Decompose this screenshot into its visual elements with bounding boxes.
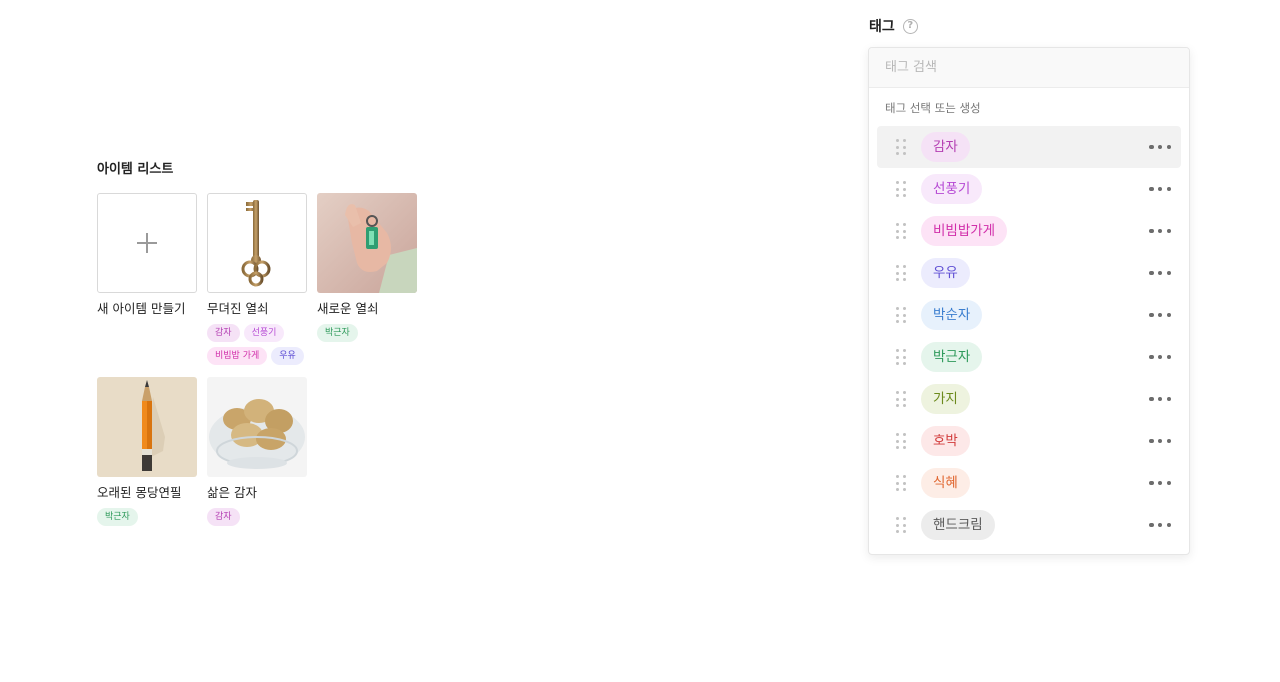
drag-handle-icon[interactable]	[896, 349, 906, 365]
drag-handle-icon[interactable]	[896, 181, 906, 197]
item-card[interactable]: 무뎌진 열쇠 감자 선풍기 비빔밥 가게 우유	[207, 193, 307, 365]
drag-handle-icon[interactable]	[896, 433, 906, 449]
question-circle-icon[interactable]: ?	[902, 18, 918, 34]
item-name: 삶은 감자	[207, 485, 257, 500]
item-tag: 비빔밥 가게	[207, 347, 268, 365]
drag-handle-icon[interactable]	[896, 391, 906, 407]
item-tag: 박근자	[97, 508, 138, 526]
tag-option[interactable]: 우유	[877, 252, 1181, 294]
more-options-icon[interactable]	[1149, 221, 1171, 241]
more-options-icon[interactable]	[1149, 263, 1171, 283]
plus-icon	[137, 233, 157, 253]
item-list-title: 아이템 리스트	[97, 162, 174, 177]
item-grid: 새 아이템 만들기 무뎌진 열쇠 감자 선풍기 비빔밥 가게 우유 새로운 열쇠…	[97, 193, 427, 538]
drag-handle-icon[interactable]	[896, 139, 906, 155]
tag-search-input[interactable]	[885, 60, 1173, 75]
tag-option[interactable]: 가지	[877, 378, 1181, 420]
item-image-old-key[interactable]	[207, 193, 307, 293]
tag-pill[interactable]: 박근자	[921, 342, 983, 372]
tag-pill[interactable]: 비빔밥가게	[921, 216, 1008, 246]
tag-pill[interactable]: 핸드크림	[921, 510, 995, 540]
more-options-icon[interactable]	[1149, 515, 1171, 535]
item-tags: 감자 선풍기 비빔밥 가게 우유	[207, 324, 319, 365]
more-options-icon[interactable]	[1149, 473, 1171, 493]
item-name: 새로운 열쇠	[317, 301, 379, 316]
tag-pill[interactable]: 호박	[921, 426, 970, 456]
item-card[interactable]: 새로운 열쇠 박근자	[317, 193, 417, 365]
tag-pill[interactable]: 감자	[921, 132, 970, 162]
drag-handle-icon[interactable]	[896, 517, 906, 533]
item-tag: 박근자	[317, 324, 358, 342]
more-options-icon[interactable]	[1149, 179, 1171, 199]
new-item-label: 새 아이템 만들기	[97, 301, 186, 316]
item-tags: 감자	[207, 508, 319, 526]
more-options-icon[interactable]	[1149, 347, 1171, 367]
item-card[interactable]: 오래된 몽당연필 박근자	[97, 377, 197, 526]
tag-pill[interactable]: 선풍기	[921, 174, 983, 204]
add-item-button[interactable]	[97, 193, 197, 293]
item-tag: 감자	[207, 324, 240, 342]
tag-option[interactable]: 식혜	[877, 462, 1181, 504]
item-tag: 감자	[207, 508, 240, 526]
more-options-icon[interactable]	[1149, 137, 1171, 157]
tag-hint: 태그 선택 또는 생성	[885, 101, 981, 115]
tag-option[interactable]: 비빔밥가게	[877, 210, 1181, 252]
item-card[interactable]: 삶은 감자 감자	[207, 377, 307, 526]
drag-handle-icon[interactable]	[896, 265, 906, 281]
tag-header: 태그 ?	[869, 14, 918, 38]
tag-option[interactable]: 핸드크림	[877, 504, 1181, 546]
item-name: 무뎌진 열쇠	[207, 301, 269, 316]
tag-dropdown: 태그 선택 또는 생성 감자 선풍기 비빔밥가게 우유 박순자 박근자 가지 호…	[868, 47, 1190, 555]
tag-pill[interactable]: 우유	[921, 258, 970, 288]
item-tags: 박근자	[97, 508, 209, 526]
item-tag: 선풍기	[243, 324, 285, 342]
tag-search-bar	[869, 48, 1189, 88]
tag-option[interactable]: 호박	[877, 420, 1181, 462]
tag-option[interactable]: 선풍기	[877, 168, 1181, 210]
item-image-boiled-potatoes[interactable]	[207, 377, 307, 477]
drag-handle-icon[interactable]	[896, 223, 906, 239]
item-list-section: 아이템 리스트 새 아이템 만들기 무뎌진 열쇠 감자 선풍기 비빔밥 가게 우…	[97, 160, 427, 538]
item-tags: 박근자	[317, 324, 429, 342]
tag-pill[interactable]: 식혜	[921, 468, 970, 498]
tag-pill[interactable]: 박순자	[921, 300, 983, 330]
drag-handle-icon[interactable]	[896, 307, 906, 323]
tag-label: 태그	[869, 19, 895, 35]
more-options-icon[interactable]	[1149, 305, 1171, 325]
drag-handle-icon[interactable]	[896, 475, 906, 491]
item-tag: 우유	[271, 347, 304, 365]
tag-option[interactable]: 박근자	[877, 336, 1181, 378]
more-options-icon[interactable]	[1149, 431, 1171, 451]
item-image-hand-holding-key[interactable]	[317, 193, 417, 293]
tag-option[interactable]: 감자	[877, 126, 1181, 168]
item-name: 오래된 몽당연필	[97, 485, 182, 500]
tag-option[interactable]: 박순자	[877, 294, 1181, 336]
tag-pill[interactable]: 가지	[921, 384, 970, 414]
item-image-pencil-stub[interactable]	[97, 377, 197, 477]
more-options-icon[interactable]	[1149, 389, 1171, 409]
new-item-card[interactable]: 새 아이템 만들기	[97, 193, 197, 365]
